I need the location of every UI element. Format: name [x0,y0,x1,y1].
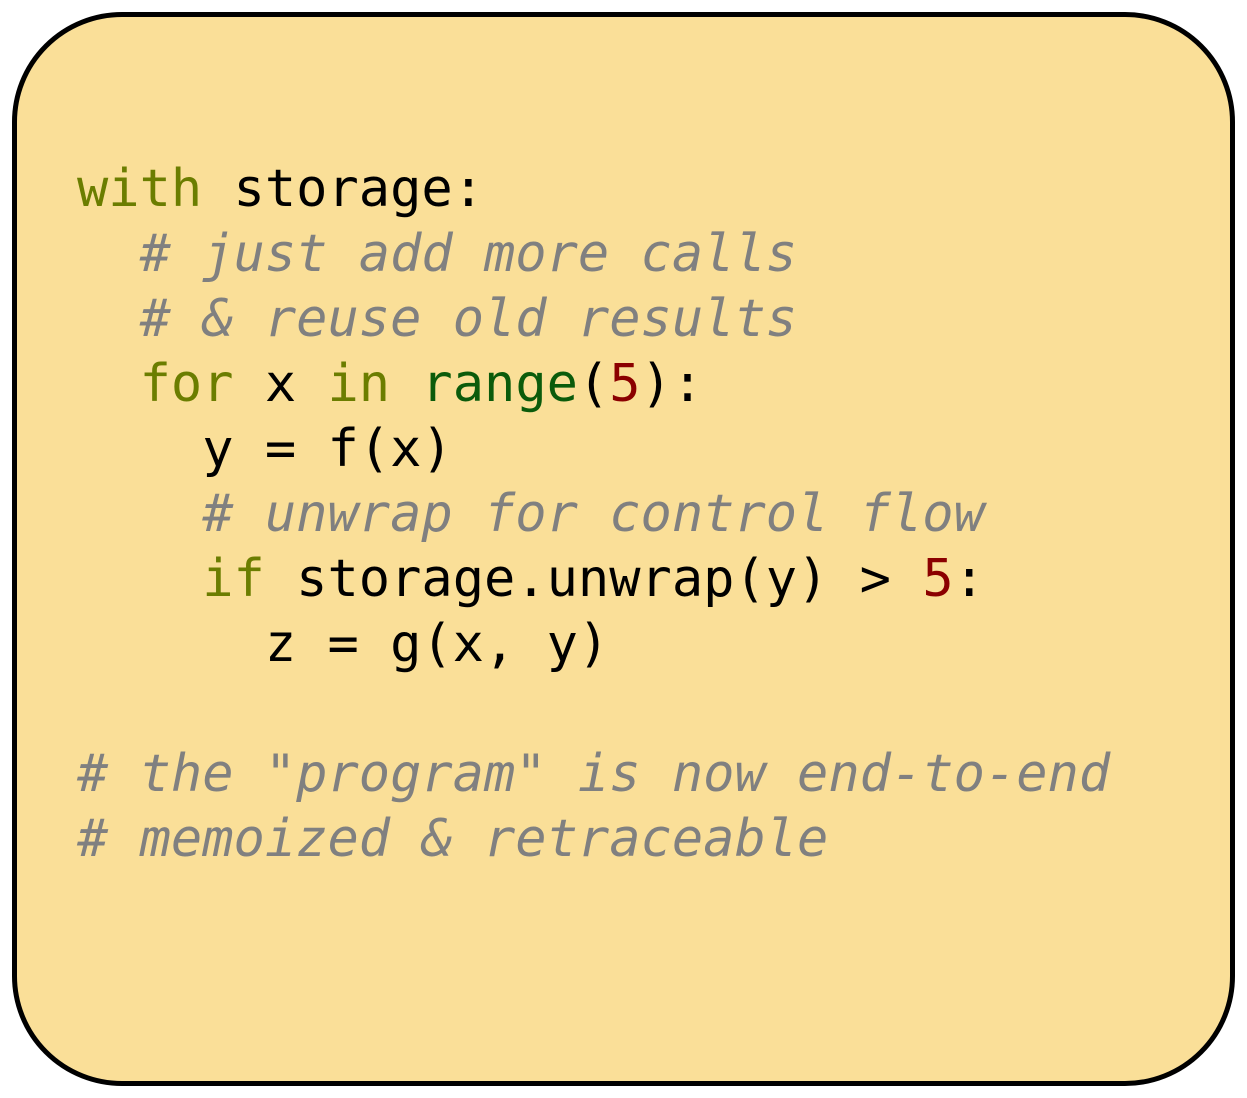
code-token: : [954,549,985,609]
code-token: # the "program" is now end-to-end [77,744,1110,804]
code-token: if [202,549,265,609]
code-snippet-box: with storage: # just add more calls # & … [12,12,1235,1086]
code-token: in [327,354,390,414]
code-token: ( [578,354,609,414]
code-token: # unwrap for control flow [202,484,985,544]
code-token: # & reuse old results [140,289,797,349]
code-block: with storage: # just add more calls # & … [17,17,1230,872]
code-token: x [234,354,328,414]
code-token: 5 [922,549,953,609]
code-token: for [140,354,234,414]
code-token: y = f(x) [202,419,452,479]
code-token: storage: [202,159,484,219]
code-token: with [77,159,202,219]
code-token: # just add more calls [140,224,797,284]
code-token: ): [641,354,704,414]
code-token: range [421,354,578,414]
code-token: # memoized & retraceable [77,809,828,869]
code-token [390,354,421,414]
code-token: 5 [609,354,640,414]
code-token: storage.unwrap(y) > [265,549,922,609]
code-token: z = g(x, y) [265,614,609,674]
